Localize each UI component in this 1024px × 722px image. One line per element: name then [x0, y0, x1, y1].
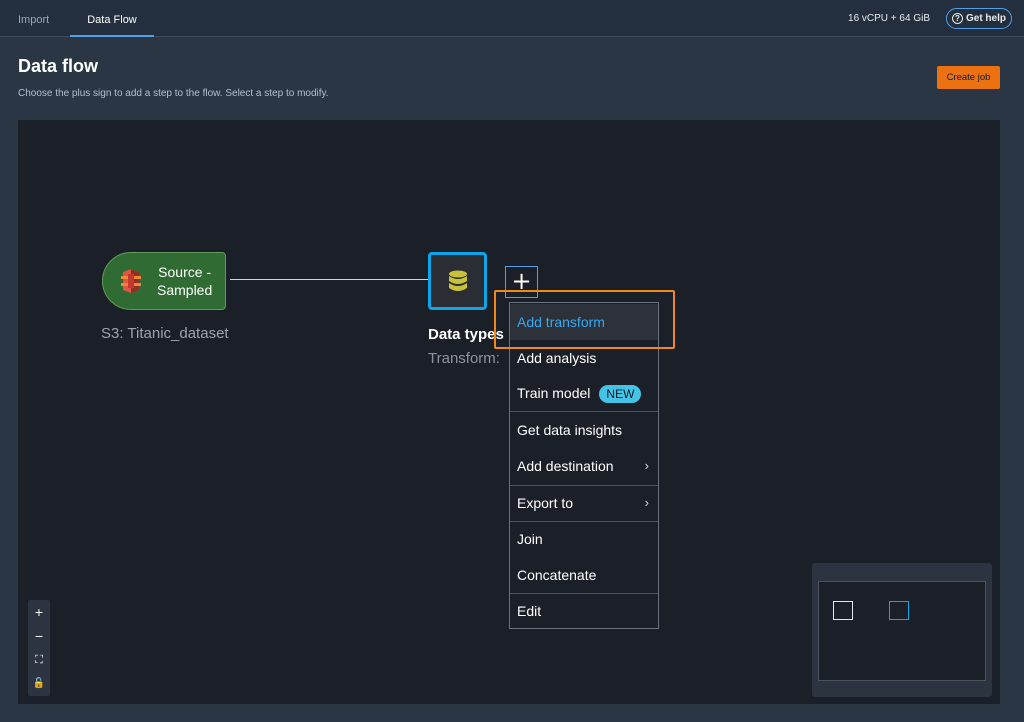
- menu-item-train-model[interactable]: Train model NEW: [510, 375, 658, 411]
- data-types-node[interactable]: [428, 252, 487, 310]
- source-caption: S3: Titanic_dataset: [101, 325, 229, 342]
- data-types-subtitle: Transform:: [428, 350, 500, 367]
- create-job-button[interactable]: Create job: [937, 66, 1000, 89]
- chevron-right-icon: ›: [644, 495, 649, 510]
- train-model-label: Train model: [517, 385, 591, 401]
- add-destination-label: Add destination: [517, 458, 614, 474]
- get-help-button[interactable]: ? Get help: [946, 8, 1012, 29]
- chevron-right-icon: ›: [644, 458, 649, 473]
- add-step-menu: Add transform Add analysis Train model NE…: [509, 302, 659, 629]
- menu-item-concatenate[interactable]: Concatenate: [510, 557, 658, 593]
- export-to-label: Export to: [517, 495, 574, 511]
- tab-data-flow[interactable]: Data Flow: [70, 0, 154, 37]
- flow-edge: [230, 279, 428, 280]
- zoom-controls: + − ⛶ 🔓: [28, 600, 50, 696]
- page-subtitle: Choose the plus sign to add a step to th…: [18, 88, 329, 99]
- source-node-label-2: Sampled: [157, 282, 213, 298]
- minimap-source-node: [833, 601, 853, 620]
- source-node[interactable]: Source - Sampled: [102, 252, 226, 310]
- source-node-label-1: Source -: [158, 264, 212, 280]
- minimap[interactable]: [812, 563, 992, 697]
- zoom-out-button[interactable]: −: [28, 624, 50, 648]
- page-title: Data flow: [18, 56, 99, 76]
- minimap-data-types-node: [889, 601, 909, 620]
- menu-item-add-analysis[interactable]: Add analysis: [510, 340, 658, 376]
- fit-view-icon[interactable]: ⛶: [28, 648, 50, 672]
- database-icon: [448, 270, 467, 291]
- minimap-viewport: [818, 581, 986, 681]
- unlock-icon[interactable]: 🔓: [28, 672, 50, 696]
- zoom-in-button[interactable]: +: [28, 600, 50, 624]
- menu-item-join[interactable]: Join: [510, 521, 658, 557]
- tab-bar: Import Data Flow 16 vCPU + 64 GiB ? Get …: [0, 0, 1024, 37]
- add-step-button[interactable]: +: [505, 266, 538, 298]
- get-help-label: Get help: [965, 13, 1006, 24]
- flow-canvas[interactable]: Source - Sampled S3: Titanic_dataset Dat…: [18, 120, 1000, 704]
- s3-bucket-icon: [121, 269, 141, 293]
- question-circle-icon: ?: [951, 13, 963, 24]
- menu-item-add-transform[interactable]: Add transform: [510, 304, 658, 340]
- compute-resources: 16 vCPU + 64 GiB: [848, 13, 930, 24]
- menu-item-export-to[interactable]: Export to ›: [510, 485, 658, 521]
- data-types-title: Data types: [428, 326, 504, 343]
- menu-item-get-data-insights[interactable]: Get data insights: [510, 412, 658, 448]
- menu-item-add-destination[interactable]: Add destination ›: [510, 448, 658, 484]
- menu-item-edit[interactable]: Edit: [510, 593, 658, 629]
- tab-import[interactable]: Import: [18, 0, 49, 37]
- new-badge: NEW: [599, 385, 642, 404]
